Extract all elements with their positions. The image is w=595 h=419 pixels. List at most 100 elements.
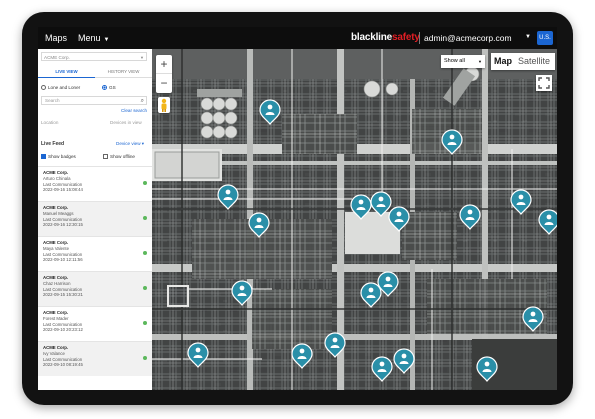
person-icon — [195, 347, 201, 353]
person-icon — [518, 194, 524, 200]
radio-button-selected — [102, 85, 107, 91]
person-icon — [467, 209, 473, 215]
worker-location-pin[interactable] — [291, 343, 313, 369]
worker-location-pin[interactable] — [360, 282, 382, 308]
worker-location-pin[interactable] — [324, 332, 346, 358]
online-status-icon — [143, 286, 147, 290]
app-screen: Maps Menu ▼ blacklinesafety admin@acmecor… — [38, 27, 557, 390]
radio-gs[interactable]: GS — [102, 84, 116, 91]
worker-location-pin[interactable] — [259, 99, 281, 125]
list-item[interactable]: ACME Corp. Maya Valente Last Communicati… — [38, 236, 152, 271]
person-icon — [368, 287, 374, 293]
menu-dropdown[interactable]: Menu ▼ — [78, 33, 109, 43]
organization-select-value: ACME Corp. — [44, 55, 70, 60]
worker-location-pin[interactable] — [217, 184, 239, 210]
worker-location-pin[interactable] — [248, 212, 270, 238]
worker-location-pin[interactable] — [441, 129, 463, 155]
online-status-icon — [143, 251, 147, 255]
view-tabs: LIVE VIEW HISTORY VIEW — [38, 67, 152, 78]
list-item[interactable]: ACME Corp. Chaz Harrison Last Communicat… — [38, 271, 152, 306]
tab-live-view[interactable]: LIVE VIEW — [38, 67, 95, 78]
worker-location-pin[interactable] — [522, 306, 544, 332]
item-time: 2022-09-15 15:30:21 — [43, 292, 83, 298]
worker-location-pin[interactable] — [231, 280, 253, 306]
region-badge[interactable]: U.S. — [537, 31, 553, 45]
devices-in-view-label: Devices in view — [110, 120, 142, 125]
maps-nav-link[interactable]: Maps — [45, 33, 67, 43]
person-icon — [530, 311, 536, 317]
satellite-map[interactable]: + − Show all ▼ Map Satellite — [152, 49, 557, 390]
search-input[interactable]: Search ⌕ — [41, 96, 147, 105]
person-icon — [484, 361, 490, 367]
worker-pins-layer — [187, 99, 557, 382]
worker-location-pin[interactable] — [371, 356, 393, 382]
item-time: 2022-09-10 20:23:12 — [43, 327, 83, 333]
person-icon — [256, 217, 262, 223]
search-icon: ⌕ — [140, 98, 144, 104]
checkbox-label: Show offline — [110, 154, 135, 159]
person-icon — [378, 196, 384, 202]
worker-location-pin[interactable] — [187, 342, 209, 368]
location-label: Location — [41, 120, 59, 125]
worker-location-pin[interactable] — [459, 204, 481, 230]
item-time: 2022-09-10 08:19:45 — [43, 362, 83, 368]
show-badges-checkbox[interactable]: Show badges — [41, 153, 76, 160]
person-icon — [379, 361, 385, 367]
checkbox — [103, 154, 108, 160]
menu-label: Menu — [78, 33, 101, 43]
person-icon — [401, 353, 407, 359]
item-time: 2022-09-16 15:08:44 — [43, 187, 83, 193]
brand-logo-part2: safety — [392, 32, 420, 43]
worker-location-pin[interactable] — [538, 209, 557, 235]
item-time: 2022-09-16 12:30:15 — [43, 222, 83, 228]
chevron-down-icon: ▼ — [140, 55, 144, 60]
person-icon — [332, 337, 338, 343]
person-icon — [449, 134, 455, 140]
worker-location-pin[interactable] — [388, 206, 410, 232]
worker-location-pin[interactable] — [476, 356, 498, 382]
person-icon — [225, 189, 231, 195]
checkbox-checked — [41, 154, 46, 160]
person-icon — [546, 214, 552, 220]
worker-location-pin[interactable] — [510, 189, 532, 215]
search-placeholder: Search — [45, 98, 60, 103]
device-view-link[interactable]: Device view ▾ — [116, 141, 144, 147]
top-navigation-bar: Maps Menu ▼ blacklinesafety admin@acmecor… — [38, 27, 557, 49]
person-icon — [267, 104, 273, 110]
clear-search-link[interactable]: Clear search — [121, 108, 147, 113]
live-feed-list: ACME Corp. Arturo Chinala Last Communica… — [38, 166, 152, 376]
list-item[interactable]: ACME Corp. Arturo Chinala Last Communica… — [38, 166, 152, 201]
list-item[interactable]: ACME Corp. Ivy Valance Last Communicatio… — [38, 341, 152, 376]
tab-history-view[interactable]: HISTORY VIEW — [95, 67, 152, 78]
person-icon — [239, 285, 245, 291]
brand-logo: blacklinesafety — [351, 32, 420, 43]
radio-button — [41, 85, 46, 91]
online-status-icon — [143, 181, 147, 185]
item-time: 2022-09-10 12:11:56 — [43, 257, 83, 263]
brand-logo-part1: blackline — [351, 32, 392, 43]
radio-lone-and-loner[interactable]: Lone and Loner — [41, 84, 80, 91]
person-icon — [358, 199, 364, 205]
show-offline-checkbox[interactable]: Show offline — [103, 153, 135, 160]
sidebar: ACME Corp. ▼ LIVE VIEW HISTORY VIEW Lone … — [38, 49, 152, 390]
chevron-down-icon: ▼ — [103, 37, 110, 43]
user-email[interactable]: admin@acmecorp.com — [424, 33, 512, 43]
radio-label: Lone and Loner — [48, 85, 81, 90]
organization-select[interactable]: ACME Corp. ▼ — [41, 52, 147, 61]
online-status-icon — [143, 321, 147, 325]
user-menu-chevron-icon[interactable]: ▼ — [525, 34, 531, 40]
radio-label: GS — [109, 85, 116, 90]
checkbox-label: Show badges — [48, 154, 76, 159]
person-icon — [299, 348, 305, 354]
online-status-icon — [143, 216, 147, 220]
divider — [419, 32, 420, 44]
person-icon — [385, 276, 391, 282]
online-status-icon — [143, 356, 147, 360]
list-item[interactable]: ACME Corp. Forest Mader Last Communicati… — [38, 306, 152, 341]
worker-location-pin[interactable] — [350, 194, 372, 220]
worker-location-pin[interactable] — [393, 348, 415, 374]
list-item[interactable]: ACME Corp. Manuel Meaggs Last Communicat… — [38, 201, 152, 236]
worker-location-pin[interactable] — [370, 191, 392, 217]
live-feed-heading: Live Feed — [41, 141, 65, 147]
person-icon — [396, 211, 402, 217]
